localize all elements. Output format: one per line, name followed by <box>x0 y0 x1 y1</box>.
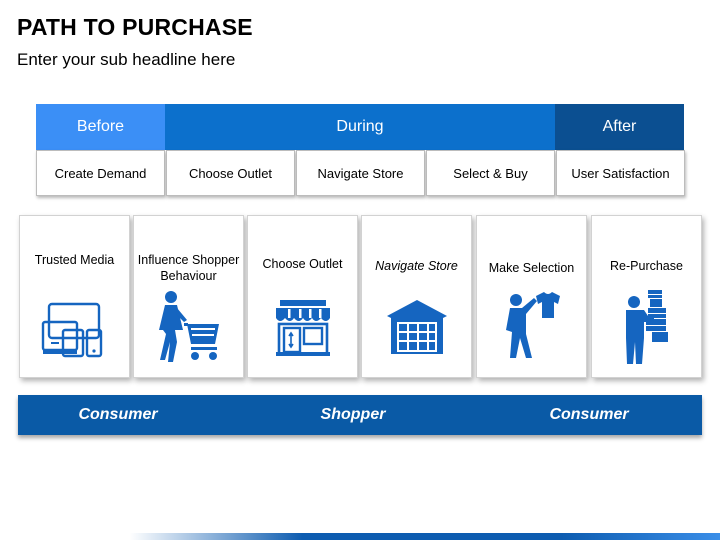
card-label: Navigate Store <box>375 259 458 273</box>
card-label: Choose Outlet <box>262 257 343 271</box>
step-navigate-store: Navigate Store <box>296 150 425 196</box>
card-label: Re-Purchase <box>610 259 683 273</box>
card-label: Make Selection <box>488 261 575 275</box>
devices-icon <box>41 302 102 358</box>
card-label: Influence Shopper Behaviour <box>137 253 240 283</box>
warehouse-icon <box>386 300 447 354</box>
card-re-purchase: Re-Purchase <box>591 215 702 378</box>
card-choose-outlet: Choose Outlet <box>247 215 358 378</box>
person-shirt-icon <box>505 292 560 358</box>
card-trusted-media: Trusted Media <box>19 215 130 378</box>
person-boxes-icon <box>625 290 668 364</box>
card-navigate-store: Navigate Store <box>361 215 472 378</box>
phase-during: During <box>165 104 555 150</box>
step-choose-outlet: Choose Outlet <box>166 150 295 196</box>
page-subtitle: Enter your sub headline here <box>17 50 236 69</box>
band-label-consumer: Consumer <box>78 406 158 423</box>
role-band: Consumer Shopper Consumer <box>18 395 702 435</box>
card-label: Trusted Media <box>34 253 115 267</box>
phase-header-row: Before During After <box>36 104 684 150</box>
step-create-demand: Create Demand <box>36 150 165 196</box>
page-title: PATH TO PURCHASE <box>17 14 253 40</box>
step-user-satisfaction: User Satisfaction <box>556 150 685 196</box>
band-label-shopper: Shopper <box>320 406 386 423</box>
shopper-cart-icon <box>158 291 219 362</box>
band-label-consumer-after: Consumer <box>549 406 629 423</box>
step-select-buy: Select & Buy <box>426 150 555 196</box>
card-influence-shopper: Influence Shopper Behaviour <box>133 215 244 378</box>
footer-accent-bar <box>0 533 720 540</box>
card-make-selection: Make Selection <box>476 215 587 378</box>
storefront-icon <box>275 300 330 356</box>
step-row: Create Demand Choose Outlet Navigate Sto… <box>36 150 685 196</box>
phase-before: Before <box>36 104 165 150</box>
phase-after: After <box>555 104 684 150</box>
